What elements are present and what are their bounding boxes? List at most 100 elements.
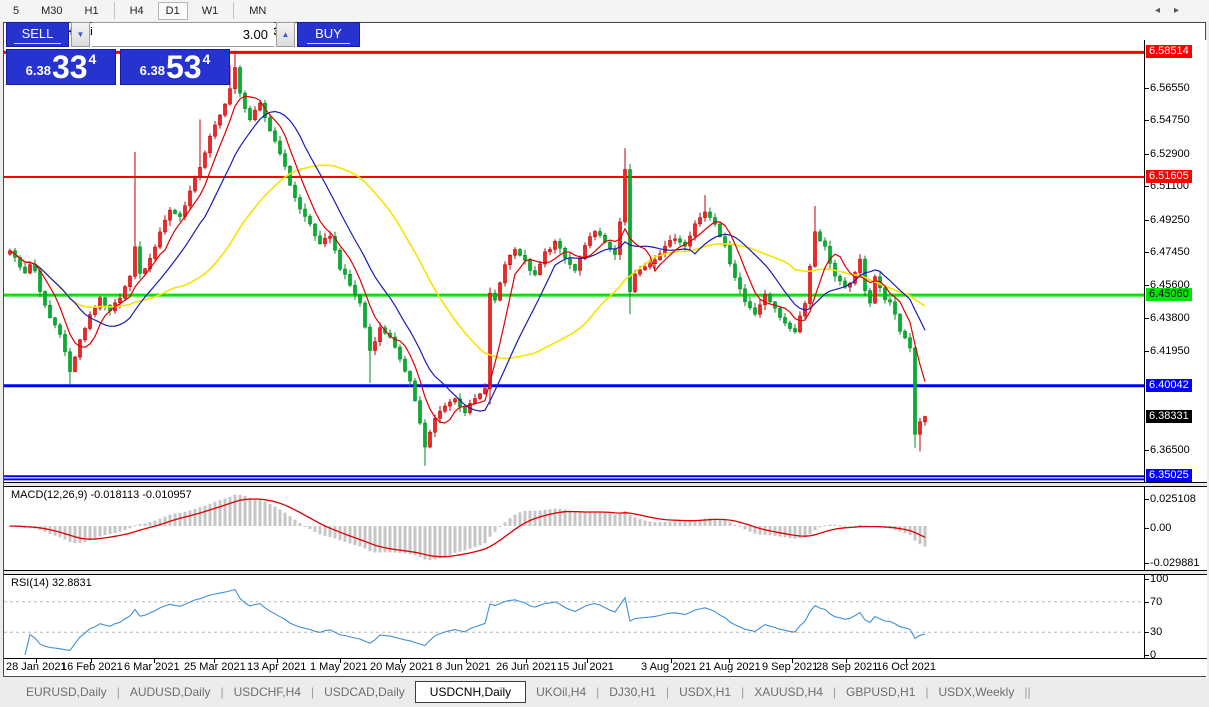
price-axis-tick-mark <box>1145 120 1149 122</box>
buy-price-button[interactable]: 6.38 53 4 <box>120 49 230 85</box>
date-axis-label: 1 May 2021 <box>310 661 368 673</box>
date-axis-tick-mark <box>277 659 278 663</box>
price-axis-tick: 6.52900 <box>1150 147 1190 160</box>
tab-scroll-right-icon[interactable]: ▸ <box>1174 5 1193 16</box>
rsi-chart <box>4 588 1144 656</box>
mt4-workspace: 5 M30 H1 H4 D1 W1 MN ▲ USDCNH,Daily 6.38507 6.… <box>0 0 1209 707</box>
sell-button[interactable]: SELL <box>6 22 69 47</box>
price-axis-tick: 6.47450 <box>1150 246 1190 259</box>
chart-tab-bar: EURUSD,Daily | AUDUSD,Daily | USDCHF,H4 | USDC… <box>0 679 1209 704</box>
macd-axis-tick-mark <box>1145 562 1149 564</box>
price-axis-tick-mark <box>1145 153 1149 155</box>
price-axis-tick: 6.41950 <box>1150 345 1190 358</box>
spinner-up-icon: ▲ <box>281 30 290 39</box>
chart-tab-eurusd-daily[interactable]: EURUSD,Daily <box>16 682 117 702</box>
date-axis-label: 15 Jul 2021 <box>557 661 614 673</box>
rsi-axis-tick: 0 <box>1150 649 1157 659</box>
date-axis-tick-mark <box>846 659 847 663</box>
rsi-axis-tick-mark <box>1145 632 1149 634</box>
price-axis-tick-mark <box>1145 317 1149 319</box>
tab-separator: | <box>1027 684 1031 699</box>
buy-price-sup: 4 <box>202 51 211 67</box>
buy-price-big: 53 <box>165 49 202 85</box>
macd-label: MACD(12,26,9) -0.018113 -0.010957 <box>11 489 192 501</box>
one-click-trade-panel: SELL ▼ ▲ BUY 6.38334 6.38534 <box>6 22 360 85</box>
price-axis-tick-mark <box>1145 285 1149 287</box>
price-axis-tick: 6.56550 <box>1150 81 1190 94</box>
rsi-axis-tick-mark <box>1145 655 1149 656</box>
current-price-badge: 6.38331 <box>1146 409 1192 423</box>
timeframe-button-mn[interactable]: MN <box>241 2 274 20</box>
price-axis-tick: 6.54750 <box>1150 114 1190 127</box>
date-axis-tick-mark <box>340 659 341 663</box>
rsi-axis-separator <box>1144 575 1145 658</box>
chart-tab-usdcad-daily[interactable]: USDCAD,Daily <box>314 682 415 702</box>
timeframe-button-w1[interactable]: W1 <box>194 2 227 20</box>
buy-price-prefix: 6.38 <box>139 63 165 78</box>
price-level-badge: 6.45060 <box>1146 288 1192 302</box>
sell-price-sup: 4 <box>88 51 97 67</box>
price-axis-tick: 6.43800 <box>1150 311 1190 324</box>
sell-price-button[interactable]: 6.38 33 4 <box>6 49 116 85</box>
buy-button[interactable]: BUY <box>297 22 360 47</box>
price-axis-tick: 6.49250 <box>1150 213 1190 226</box>
sell-price-big: 33 <box>51 49 88 85</box>
chart-tab-usdcnh-daily[interactable]: USDCNH,Daily <box>414 680 527 703</box>
macd-axis-tick: -0.029881 <box>1150 556 1200 569</box>
date-axis-tick-mark <box>729 659 730 663</box>
date-axis-tick-mark <box>671 659 672 663</box>
chart-tab-audusd-daily[interactable]: AUDUSD,Daily <box>120 682 221 702</box>
macd-axis-tick-mark <box>1145 528 1149 529</box>
macd-axis-tick: 0.00 <box>1150 522 1172 534</box>
timeframe-button-h4[interactable]: H4 <box>122 2 152 20</box>
timeframe-button-m30[interactable]: M30 <box>33 2 70 20</box>
volume-decrease-button[interactable]: ▼ <box>71 22 90 47</box>
chart-tab-gbpusd-h1[interactable]: GBPUSD,H1 <box>836 682 925 702</box>
macd-pane: MACD(12,26,9) -0.018113 -0.010957 0.0251… <box>4 486 1207 571</box>
timeframe-button-d1[interactable]: D1 <box>157 1 188 20</box>
date-axis-tick-mark <box>526 659 527 663</box>
date-axis-label: 6 Mar 2021 <box>124 661 180 673</box>
date-axis-label: 9 Sep 2021 <box>762 661 819 673</box>
chart-tab-xauusd-h4[interactable]: XAUUSD,H4 <box>744 682 833 702</box>
price-level-badge: 6.51605 <box>1146 170 1192 184</box>
date-axis-tick-mark <box>36 659 37 663</box>
price-pane: 6.56550 6.54750 6.52900 6.51100 6.49250 6.474… <box>4 40 1207 483</box>
chart-tab-usdx-weekly[interactable]: USDX,Weekly <box>929 682 1025 702</box>
timeframe-button-5[interactable]: 5 <box>5 2 27 20</box>
date-axis-tick-mark <box>154 659 155 663</box>
chart-tab-usdx-h1[interactable]: USDX,H1 <box>669 682 741 702</box>
date-axis-tick-mark <box>466 659 467 663</box>
toolbar-separator <box>113 2 115 19</box>
price-level-badge: 6.58514 <box>1146 45 1192 59</box>
chart-tab-ukoil-h4[interactable]: UKOil,H4 <box>526 682 596 702</box>
volume-increase-button[interactable]: ▲ <box>276 22 295 47</box>
timeframe-button-h1[interactable]: H1 <box>77 2 107 20</box>
chart-tab-usdchf-h4[interactable]: USDCHF,H4 <box>224 682 311 702</box>
price-axis-tick-mark <box>1145 252 1149 254</box>
price-axis-separator <box>1144 40 1145 482</box>
price-level-badge: 6.35025 <box>1146 469 1192 482</box>
date-axis-tick-mark <box>792 659 793 663</box>
tab-scroll-left-icon[interactable]: ◂ <box>1155 5 1174 16</box>
rsi-pane: RSI(14) 32.8831 100 70 30 0 <box>4 574 1207 659</box>
rsi-axis-tick: 70 <box>1150 595 1163 608</box>
rsi-label: RSI(14) 32.8831 <box>11 577 92 589</box>
price-axis-tick-mark <box>1145 449 1149 451</box>
date-axis-label: 8 Jun 2021 <box>436 661 491 673</box>
volume-input[interactable] <box>92 22 274 47</box>
chart-tab-dj30-h1[interactable]: DJ30,H1 <box>599 682 666 702</box>
date-axis-tick-mark <box>400 659 401 663</box>
price-axis-tick-mark <box>1145 186 1149 188</box>
date-axis-label: 20 May 2021 <box>370 661 434 673</box>
price-axis-tick: 6.36500 <box>1150 443 1190 456</box>
date-axis-tick-mark <box>214 659 215 663</box>
date-axis-tick-mark <box>587 659 588 663</box>
price-chart <box>4 50 1144 481</box>
tab-scroll-arrows[interactable]: ◂▸ <box>1155 5 1193 16</box>
rsi-axis-tick: 100 <box>1150 574 1169 585</box>
date-axis-label: 3 Aug 2021 <box>641 661 697 673</box>
chart-window: ▲ USDCNH,Daily 6.38507 6.38637 6.38102 6… <box>3 22 1207 677</box>
rsi-axis-tick-mark <box>1145 601 1149 603</box>
sell-price-prefix: 6.38 <box>25 63 51 78</box>
